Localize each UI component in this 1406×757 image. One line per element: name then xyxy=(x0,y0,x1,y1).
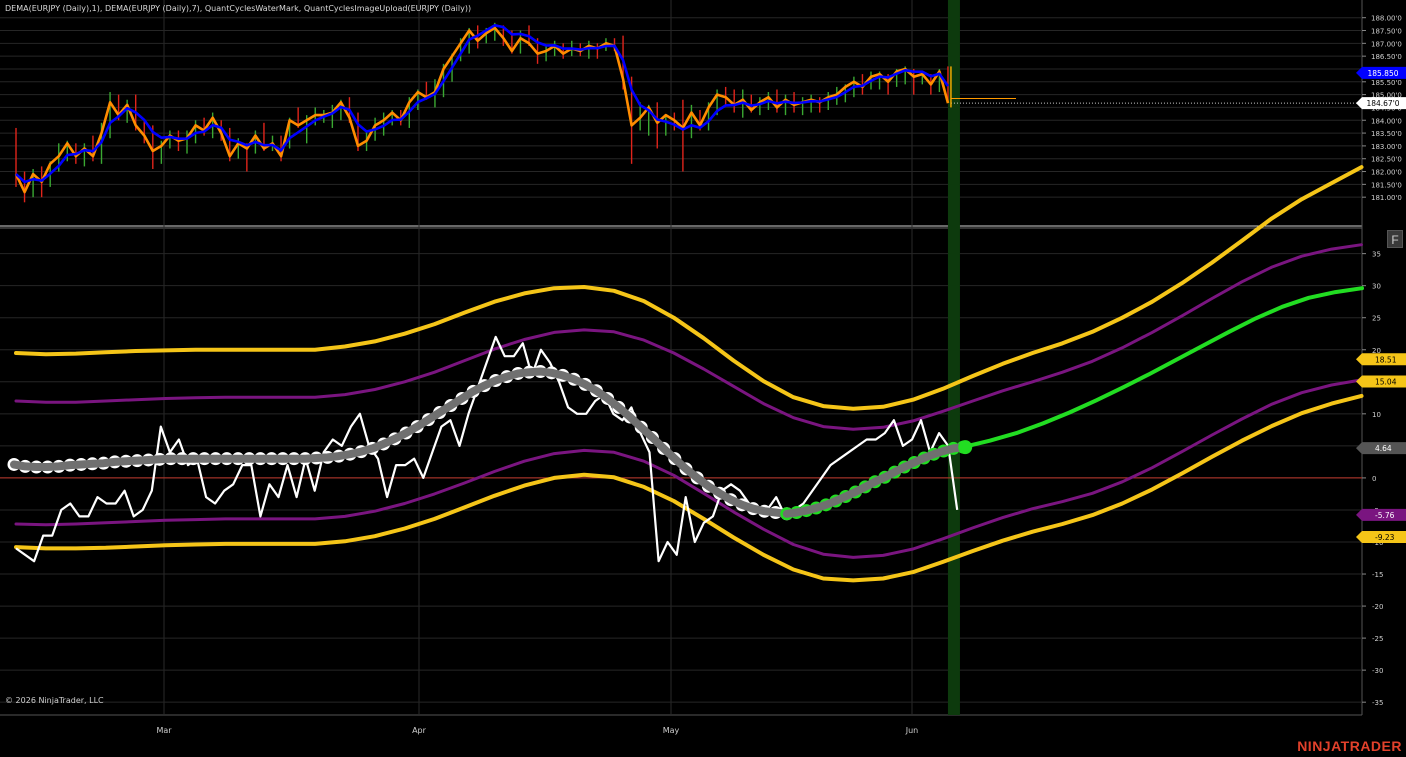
price-tick-label: 183.00'0 xyxy=(1371,143,1402,151)
series-dema-1 xyxy=(14,26,950,194)
price-badge-label: 185.850 xyxy=(1367,69,1398,78)
osc-tick-label: -35 xyxy=(1372,699,1383,707)
band-upper-outer xyxy=(14,165,1364,411)
value-badge-label: 15.04 xyxy=(1375,378,1397,387)
price-tick-label: 186.50'0 xyxy=(1371,53,1402,61)
price-badge-label: 184.67'0 xyxy=(1366,99,1399,108)
value-badge-label: -5.76 xyxy=(1375,511,1395,520)
chart-root: Mar Apr May Jun 188.00'0 187.50'0 187.00'0 186.… xyxy=(0,0,1406,735)
value-badge-label: 18.51 xyxy=(1375,355,1397,364)
band-lower-outer xyxy=(14,393,1364,583)
price-tick-label: 188.00'0 xyxy=(1371,15,1402,23)
ninjatrader-logo: NINJATRADER xyxy=(1297,738,1402,754)
price-tick-label: 184.00'0 xyxy=(1371,117,1402,125)
value-badge-label: 4.64 xyxy=(1375,444,1392,453)
osc-tick-label: 30 xyxy=(1372,283,1381,291)
price-tick-label: 182.00'0 xyxy=(1371,169,1402,177)
osc-tick-label: -25 xyxy=(1372,635,1383,643)
osc-tick-label: 25 xyxy=(1372,315,1381,323)
price-tick-label: 181.50'0 xyxy=(1371,181,1402,189)
price-tick-label: 181.00'0 xyxy=(1371,194,1402,202)
oscillator-line xyxy=(15,335,959,563)
x-tick-label: May xyxy=(663,726,680,735)
x-tick-label: Apr xyxy=(412,726,427,735)
x-tick-label: Jun xyxy=(905,726,919,735)
cycle-projection-line xyxy=(961,286,1364,450)
price-tick-label: 185.50'0 xyxy=(1371,79,1402,87)
price-tick-label: 182.50'0 xyxy=(1371,156,1402,164)
osc-tick-label: 10 xyxy=(1372,411,1381,419)
current-bar-marker xyxy=(947,0,960,715)
band-upper-inner xyxy=(14,243,1363,431)
osc-tick-label: -30 xyxy=(1372,667,1383,675)
value-badge-label: -9.23 xyxy=(1375,533,1395,542)
copyright-text: © 2026 NinjaTrader, LLC xyxy=(5,696,104,705)
osc-tick-label: 35 xyxy=(1372,251,1381,259)
osc-tick-label: 0 xyxy=(1372,475,1376,483)
x-tick-label: Mar xyxy=(156,726,172,735)
price-tick-label: 187.50'0 xyxy=(1371,28,1402,36)
osc-tick-label: -20 xyxy=(1372,603,1383,611)
indicator-label: DEMA(EURJPY (Daily),1), DEMA(EURJPY (Dai… xyxy=(5,4,472,13)
price-tick-label: 183.50'0 xyxy=(1371,130,1402,138)
osc-tick-label: -15 xyxy=(1372,571,1383,579)
f-button[interactable]: F xyxy=(1387,230,1403,248)
price-tick-label: 187.00'0 xyxy=(1371,40,1402,48)
